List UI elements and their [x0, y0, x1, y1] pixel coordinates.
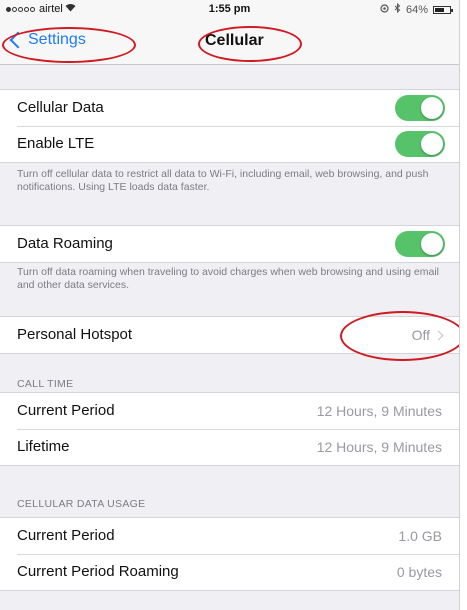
roaming-group: Data Roaming — [0, 225, 459, 263]
annotation-circle-settings — [2, 27, 136, 63]
data-usage-header: CELLULAR DATA USAGE — [17, 498, 146, 510]
status-right: 64% — [380, 2, 453, 16]
usage-current-value: 1.0 GB — [398, 528, 442, 544]
data-usage-group: Current Period 1.0 GB Current Period Roa… — [0, 517, 459, 591]
status-bar: airtel 1:55 pm 64% — [0, 0, 459, 20]
battery-icon — [433, 5, 453, 14]
usage-roaming-label: Current Period Roaming — [17, 563, 179, 580]
list-item: Current Period 12 Hours, 9 Minutes — [0, 393, 459, 429]
call-time-current-label: Current Period — [17, 402, 115, 419]
call-time-group: Current Period 12 Hours, 9 Minutes Lifet… — [0, 392, 459, 466]
list-item: Current Period Roaming 0 bytes — [0, 554, 459, 590]
cellular-data-label: Cellular Data — [17, 99, 104, 116]
toggle-knob — [421, 97, 443, 119]
cellular-data-row: Cellular Data — [0, 90, 459, 126]
data-roaming-row: Data Roaming — [0, 226, 459, 262]
call-time-lifetime-value: 12 Hours, 9 Minutes — [316, 439, 442, 455]
annotation-circle-title — [198, 26, 302, 62]
personal-hotspot-label: Personal Hotspot — [17, 326, 133, 343]
usage-roaming-value: 0 bytes — [396, 564, 442, 580]
enable-lte-row: Enable LTE — [0, 126, 459, 162]
cellular-group: Cellular Data Enable LTE — [0, 89, 459, 163]
toggle-knob — [421, 233, 443, 255]
data-roaming-toggle[interactable] — [395, 231, 445, 257]
enable-lte-toggle[interactable] — [395, 131, 445, 157]
settings-screen: airtel 1:55 pm 64% Settings Cellular Cel… — [0, 0, 460, 610]
location-icon — [380, 3, 389, 16]
enable-lte-label: Enable LTE — [17, 135, 95, 152]
cellular-data-toggle[interactable] — [395, 95, 445, 121]
battery-percent: 64% — [405, 3, 428, 16]
usage-current-label: Current Period — [17, 527, 115, 544]
lte-footnote: Turn off cellular data to restrict all d… — [17, 168, 429, 193]
bluetooth-icon — [394, 2, 401, 16]
data-roaming-label: Data Roaming — [17, 235, 113, 252]
call-time-lifetime-label: Lifetime — [17, 438, 70, 455]
list-item: Current Period 1.0 GB — [0, 518, 459, 554]
toggle-knob — [421, 133, 443, 155]
roaming-footnote: Turn off data roaming when traveling to … — [17, 266, 439, 291]
list-item: Lifetime 12 Hours, 9 Minutes — [0, 429, 459, 465]
annotation-circle-hotspot — [340, 311, 459, 361]
call-time-current-value: 12 Hours, 9 Minutes — [316, 403, 442, 419]
call-time-header: CALL TIME — [17, 378, 74, 390]
